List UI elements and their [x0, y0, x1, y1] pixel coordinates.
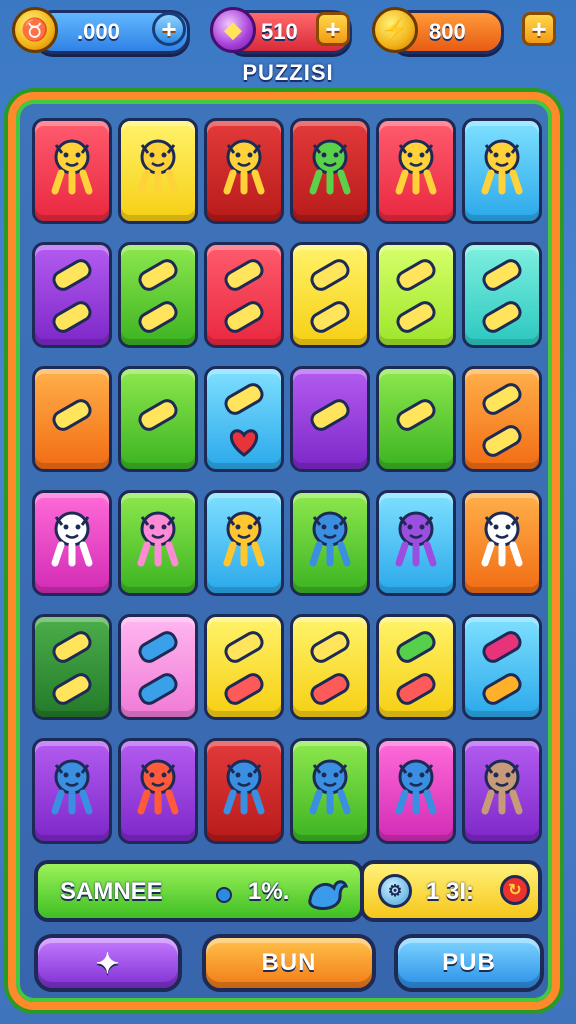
- gear-icon: ⚙: [378, 874, 412, 908]
- board-tile[interactable]: [32, 118, 112, 224]
- game-board: [32, 118, 544, 852]
- star-creature-icon: [395, 139, 437, 195]
- rolling-pin-icon: [310, 259, 350, 333]
- board-tile[interactable]: [290, 614, 370, 720]
- robot-icon: [395, 759, 437, 815]
- currency1-value: .000: [77, 19, 120, 44]
- robot-icon: [223, 759, 265, 815]
- deer-creature-icon: [481, 759, 523, 815]
- bean-icon: [310, 631, 350, 705]
- radio-icon: [138, 259, 178, 333]
- goat-creature-icon: [481, 511, 523, 567]
- board-tile[interactable]: [32, 366, 112, 472]
- board-tile[interactable]: [204, 490, 284, 596]
- board-tile[interactable]: [204, 738, 284, 844]
- frog-icon: [396, 631, 436, 705]
- board-tile[interactable]: [290, 242, 370, 348]
- star-button[interactable]: ✦: [34, 934, 182, 992]
- bird-icon: [308, 880, 349, 910]
- currency3-add-button[interactable]: +: [522, 12, 556, 46]
- counter-panel: ⚙ 1 3I: ↻: [360, 860, 542, 922]
- board-tile[interactable]: [376, 366, 456, 472]
- counter-value: 1 3I:: [426, 878, 475, 905]
- board-tile[interactable]: [290, 118, 370, 224]
- blue-creature-icon: [309, 511, 351, 567]
- board-tile[interactable]: [118, 366, 198, 472]
- board-tile[interactable]: [118, 738, 198, 844]
- phone-icon: [224, 383, 264, 457]
- gem-chest-icon: ◆: [210, 7, 256, 53]
- dinosaur-icon: [482, 259, 522, 333]
- board-tile[interactable]: [376, 614, 456, 720]
- board-tile[interactable]: [376, 490, 456, 596]
- paintbrush-icon: [482, 383, 522, 457]
- robot-icon: [51, 759, 93, 815]
- star-creature-icon: [481, 139, 523, 195]
- status-panel: SAMNEE 1%.: [34, 860, 364, 922]
- board-tile[interactable]: [462, 242, 542, 348]
- timer-icon[interactable]: ↻: [500, 875, 530, 905]
- magnifier-icon: [310, 399, 350, 431]
- board-tile[interactable]: [32, 242, 112, 348]
- board-tile[interactable]: [118, 118, 198, 224]
- status-label: SAMNEE: [60, 878, 163, 905]
- glove-icon: [52, 631, 92, 705]
- board-tile[interactable]: [462, 118, 542, 224]
- board-tile[interactable]: [204, 614, 284, 720]
- board-tile[interactable]: [376, 738, 456, 844]
- tube-icon: [52, 259, 92, 333]
- board-tile[interactable]: [290, 738, 370, 844]
- board-tile[interactable]: [462, 614, 542, 720]
- lollipop-icon: [138, 399, 178, 431]
- board-tile[interactable]: [290, 490, 370, 596]
- currency2-value: 510: [261, 19, 298, 44]
- octopus-icon: [395, 511, 437, 567]
- board-tile[interactable]: [376, 242, 456, 348]
- progress-dot-icon: [216, 887, 232, 903]
- board-tile[interactable]: [32, 490, 112, 596]
- board-tile[interactable]: [204, 118, 284, 224]
- top-bar: .000 ♉ + 510 ◆ + 800 ⚡ +: [0, 0, 576, 60]
- currency1-add-button[interactable]: +: [152, 12, 186, 46]
- star-creature-icon: [223, 139, 265, 195]
- board-tile[interactable]: [32, 738, 112, 844]
- board-tile[interactable]: [32, 614, 112, 720]
- pub-button[interactable]: PUB: [394, 934, 544, 992]
- flashlight-icon: [52, 399, 92, 431]
- currency2-add-button[interactable]: +: [316, 12, 350, 46]
- board-tile[interactable]: [290, 366, 370, 472]
- drop-icon: [138, 631, 178, 705]
- board-tile[interactable]: [462, 738, 542, 844]
- currency3-value: 800: [429, 19, 466, 44]
- bone-icon: [224, 259, 264, 333]
- board-tile[interactable]: [462, 490, 542, 596]
- lightning-coin-icon: ⚡: [372, 7, 418, 53]
- board-tile[interactable]: [118, 490, 198, 596]
- status-percent: 1%.: [248, 878, 290, 905]
- page-title: PUZZISI: [242, 60, 334, 85]
- tv-icon: [396, 259, 436, 333]
- star-creature-icon: [137, 139, 179, 195]
- pink-creature-icon: [137, 511, 179, 567]
- yellow-creature-icon: [223, 511, 265, 567]
- bull-coin-icon: ♉: [12, 7, 58, 53]
- board-tile[interactable]: [204, 366, 284, 472]
- star-creature-icon: [51, 139, 93, 195]
- hammer-icon: [396, 399, 436, 431]
- goat-creature-icon: [51, 511, 93, 567]
- board-tile[interactable]: [462, 366, 542, 472]
- star-icon: ✦: [95, 947, 121, 979]
- green-creature-icon: [309, 139, 351, 195]
- board-tile[interactable]: [118, 242, 198, 348]
- sun-creature-icon: [137, 759, 179, 815]
- capsule-icon: [224, 631, 264, 705]
- bun-button[interactable]: BUN: [202, 934, 376, 992]
- board-tile[interactable]: [118, 614, 198, 720]
- robot-icon: [309, 759, 351, 815]
- board-tile[interactable]: [376, 118, 456, 224]
- board-tile[interactable]: [204, 242, 284, 348]
- briefcase-icon: [482, 631, 522, 705]
